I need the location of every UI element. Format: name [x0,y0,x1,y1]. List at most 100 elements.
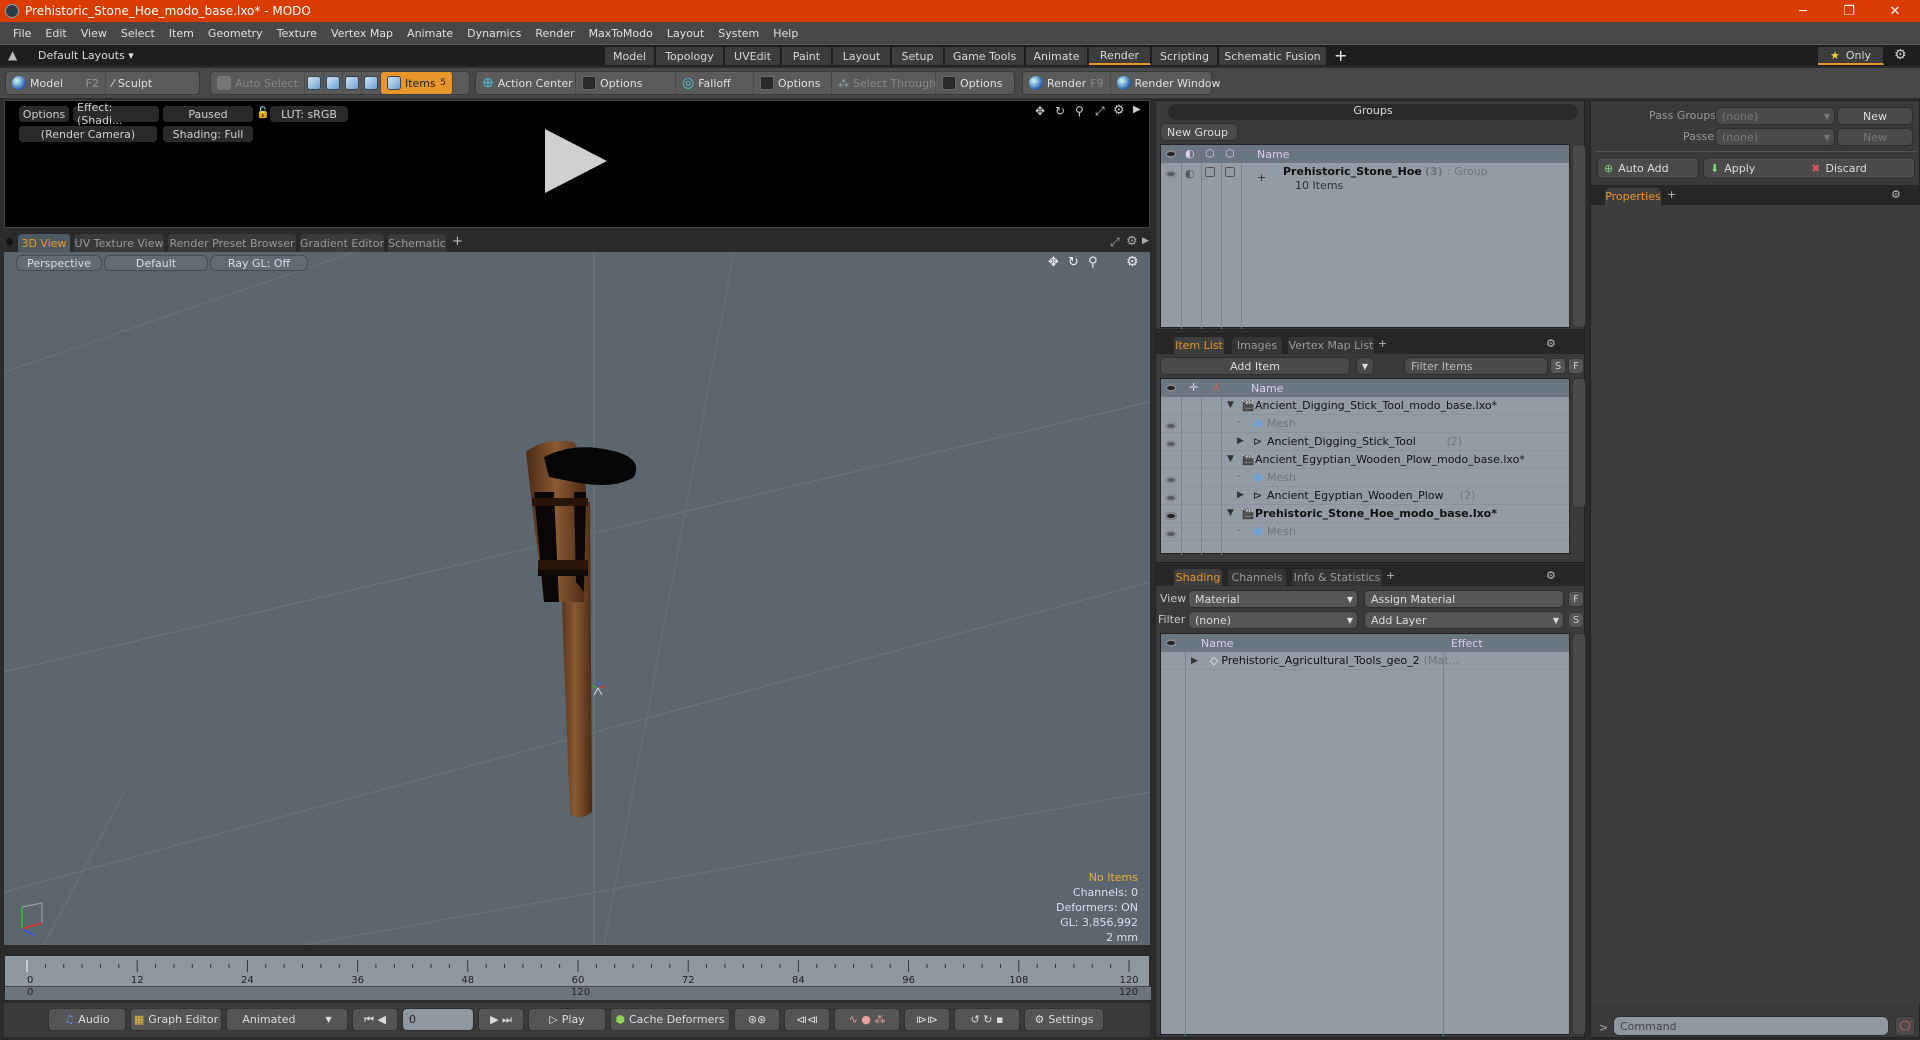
tab-gradient-editor[interactable]: Gradient Editor [300,234,384,252]
lock-toggle[interactable] [1205,167,1215,177]
collapse-arrow-icon[interactable]: ▼ [1227,400,1234,410]
expand-arrow-icon[interactable]: ▶ [1237,436,1244,446]
edges-mode-button[interactable] [324,72,343,94]
menu-render[interactable]: Render [528,27,581,40]
render-button[interactable]: Render F9 [1023,72,1111,94]
tab-item-list[interactable]: Item List [1174,337,1224,354]
panel-gear-icon[interactable]: ⚙ [1546,337,1556,350]
render-column-icon[interactable]: ◐ [1185,147,1195,160]
pass-groups-dropdown[interactable]: (none) ▼ [1715,107,1835,125]
new-group-button[interactable]: New Group [1160,123,1238,141]
visibility-toggle[interactable] [1165,492,1177,505]
tab-render[interactable]: Render [1089,47,1151,65]
tab-game-tools[interactable]: Game Tools [945,47,1025,65]
select-through-button[interactable]: ⁂ Select Through [832,72,936,94]
discard-button[interactable]: Discard [1826,162,1867,175]
visibility-toggle[interactable] [1165,474,1177,487]
default-shading-dropdown[interactable]: Default [104,255,208,271]
new-pass-group-button[interactable]: New [1837,107,1913,125]
falloff-options-button[interactable]: Options [754,72,832,94]
add-item-dropdown[interactable]: ▼ [1356,357,1374,375]
play-icon[interactable] [545,129,607,193]
add-viewport-tab-button[interactable]: + [452,234,463,249]
select-toggle[interactable] [1225,167,1235,177]
menu-system[interactable]: System [711,27,766,40]
tab-channels[interactable]: Channels [1228,569,1286,586]
maximize-icon[interactable]: ⤢ [1095,104,1105,119]
expand-arrow-icon[interactable]: ▶ [1133,104,1141,115]
tab-animate[interactable]: Animate [1026,47,1088,65]
skip-start-button[interactable]: ⏮ ◀ [352,1008,398,1031]
tab-model[interactable]: Model [605,47,655,65]
s-button[interactable]: S [1568,612,1584,628]
item-row[interactable]: ▼ 🎬 Ancient_Digging_Stick_Tool_modo_base.l… [1161,397,1569,415]
render-window-button[interactable]: Render Window [1111,72,1227,94]
axis-column-icon[interactable]: ⅄ [1213,381,1220,394]
tab-setup[interactable]: Setup [892,47,944,65]
tab-images[interactable]: Images [1232,337,1282,354]
filter-items-input[interactable]: Filter Items [1404,357,1548,375]
minimize-button[interactable]: ─ [1780,0,1826,22]
animated-dropdown[interactable]: Animated ▼ [226,1008,348,1031]
collapse-arrow-icon[interactable]: ▼ [1227,454,1234,464]
effect-dropdown[interactable]: Effect: (Shadi... [73,101,159,127]
visibility-toggle[interactable] [1165,510,1177,523]
menu-item[interactable]: Item [162,27,201,40]
graph-editor-button[interactable]: ▦ Graph Editor [130,1008,222,1031]
prev-key-button[interactable]: ⧏⧏ [784,1008,830,1031]
panel-gear-icon[interactable]: ⚙ [1546,569,1556,582]
tab-uv-texture-view[interactable]: UV Texture View [74,234,164,252]
item-row[interactable]: ▼ 🎬 Prehistoric_Stone_Hoe_modo_base.lxo* [1161,505,1569,523]
render-toggle[interactable]: ◐ [1185,167,1195,180]
tab-topology[interactable]: Topology [656,47,724,65]
item-row[interactable]: ▶ ⊳ Ancient_Digging_Stick_Tool (2) [1161,433,1569,451]
tab-render-preset-browser[interactable]: Render Preset Browser [168,234,296,252]
menu-texture[interactable]: Texture [270,27,324,40]
shading-scrollbar[interactable] [1572,633,1586,1035]
3d-viewport[interactable]: Perspective Default Ray GL: Off ✥ ↻ ⚲ ⚙ … [4,252,1150,945]
panel-handle-icon[interactable] [6,238,13,245]
visibility-toggle[interactable] [1165,420,1177,433]
lut-dropdown[interactable]: LUT: sRGB [270,106,348,122]
sculpt-mode-button[interactable]: ⁄ Sculpt [106,72,158,94]
collapse-arrow-icon[interactable]: ▼ [1227,508,1234,518]
next-key-button[interactable]: ⧐⧐ [904,1008,950,1031]
tab-vertex-map-list[interactable]: Vertex Map List [1288,337,1374,354]
collapse-arrow-icon[interactable]: ▲ [8,48,17,62]
tab-info-statistics[interactable]: Info & Statistics [1292,569,1382,586]
key-tools-button[interactable]: ⊛⊛ [734,1008,780,1031]
action-center-button[interactable]: ⊕ Action Center [476,72,576,94]
select-through-options-button[interactable]: Options [936,72,1008,94]
frame-input[interactable]: 0 [402,1008,474,1031]
vertices-mode-button[interactable] [305,72,324,94]
tab-schematic[interactable]: Schematic [388,234,446,252]
add-tab-button[interactable]: + [1334,46,1347,65]
item-row[interactable]: ▼ 🎬 Ancient_Egyptian_Wooden_Plow_modo_base… [1161,451,1569,469]
viewport-tab-gear-icon[interactable]: ⚙ [1126,234,1138,249]
auto-add-button[interactable]: ⊕ Auto Add [1597,157,1699,179]
command-input[interactable]: Command [1613,1016,1889,1036]
visibility-column-icon[interactable] [1165,637,1177,650]
tab-scripting[interactable]: Scripting [1152,47,1218,65]
lock-column-icon[interactable]: ⬡ [1205,147,1215,160]
menu-select[interactable]: Select [114,27,162,40]
item-row[interactable]: · ⬢ Mesh [1161,469,1569,487]
expand-arrow-icon[interactable]: ▶ [1237,490,1244,500]
panel-gear-icon[interactable]: ⚙ [1891,188,1901,201]
expand-arrow-icon[interactable]: ▶ [1191,656,1198,666]
close-button[interactable]: ✕ [1872,0,1918,22]
visibility-toggle[interactable] [1165,438,1177,451]
visibility-column-icon[interactable] [1165,148,1177,161]
loop-tools-button[interactable]: ↺ ↻ ▪ [954,1008,1020,1031]
apply-button[interactable]: Apply [1724,162,1755,175]
visibility-toggle[interactable] [1165,168,1177,181]
rotate-icon[interactable]: ↻ [1055,104,1065,118]
add-item-button[interactable]: Add Item [1160,357,1350,375]
add-tab-button[interactable]: + [1378,337,1387,350]
auto-select-button[interactable]: Auto Select [211,72,305,94]
restore-button[interactable]: ❐ [1826,0,1872,22]
menu-maxtomodo[interactable]: MaxToModo [582,27,660,40]
zoom-icon[interactable]: ⚲ [1088,255,1098,270]
menu-vertex-map[interactable]: Vertex Map [324,27,400,40]
materials-mode-button[interactable] [362,72,381,94]
